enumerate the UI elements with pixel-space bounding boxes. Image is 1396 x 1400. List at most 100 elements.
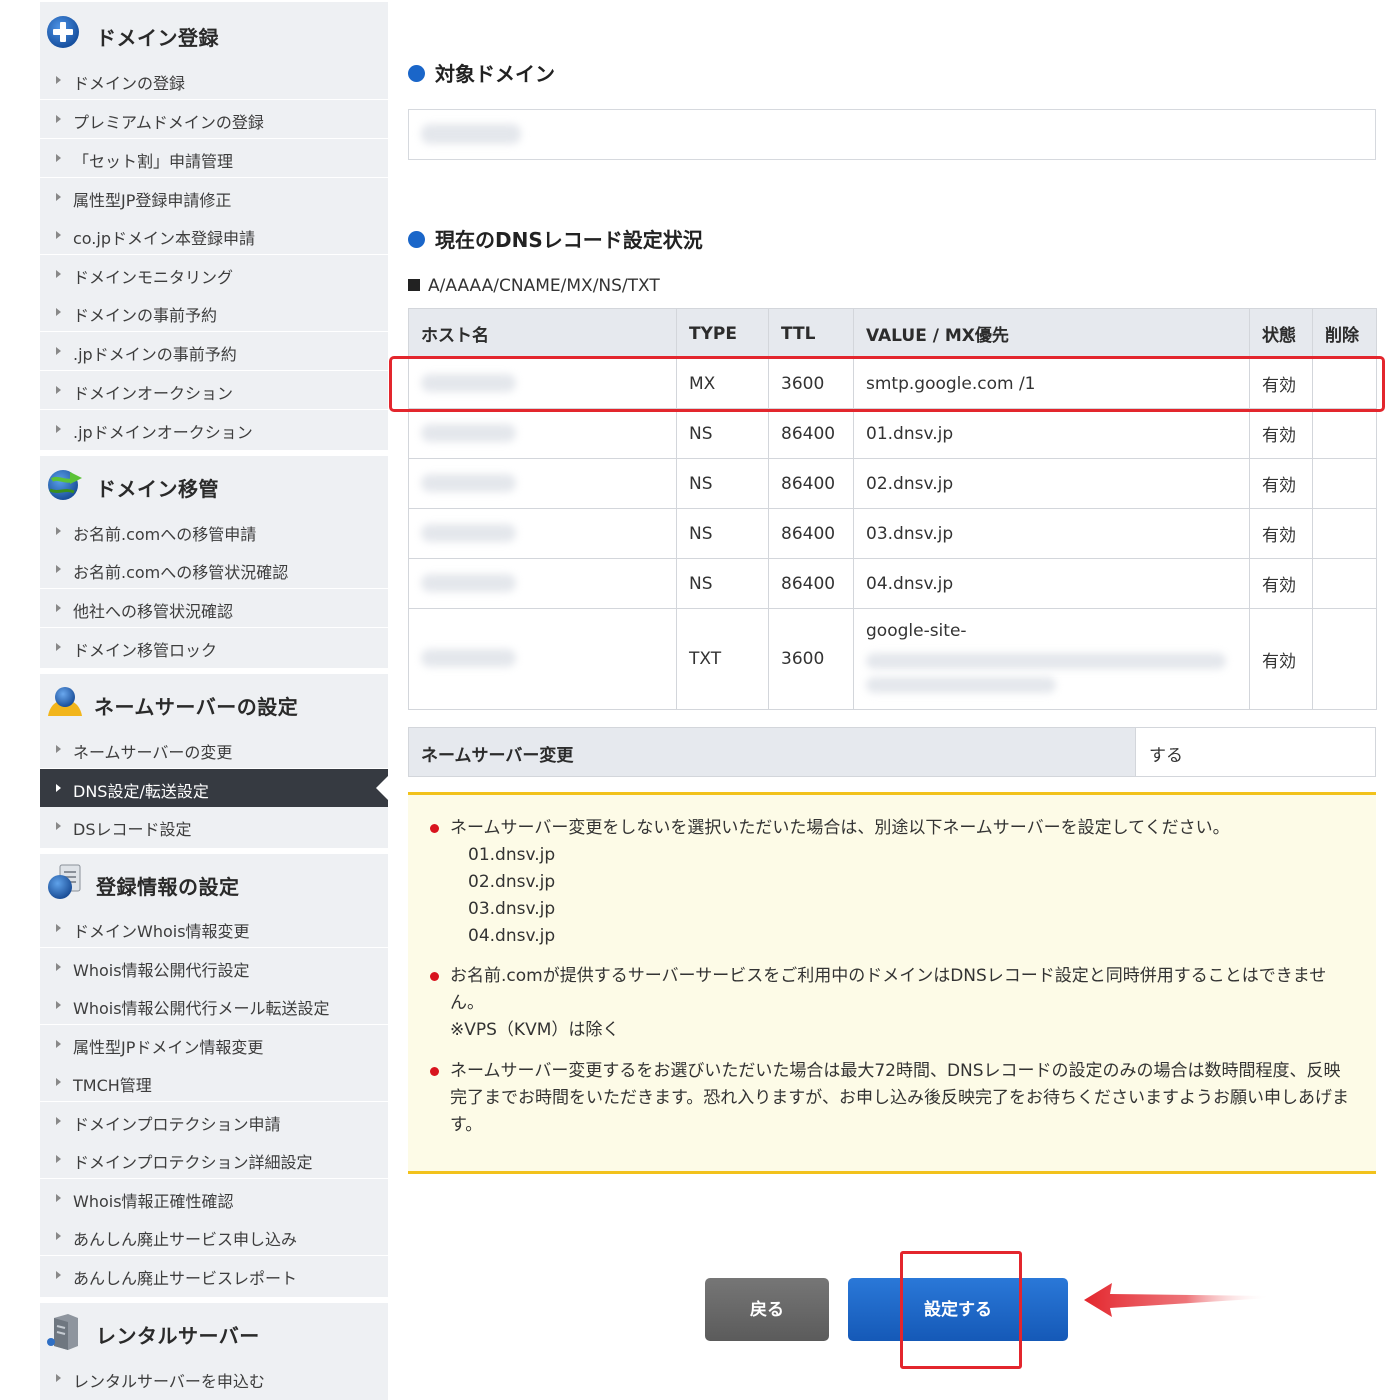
triangle-right-icon bbox=[56, 784, 61, 792]
notice-item: ネームサーバー変更するをお選びいただいた場合は最大72時間、DNSレコードの設定… bbox=[430, 1058, 1355, 1139]
delete-cell[interactable] bbox=[1312, 458, 1377, 509]
triangle-right-icon bbox=[56, 193, 61, 201]
sidebar-item[interactable]: co.jpドメイン本登録申請 bbox=[40, 216, 388, 254]
ttl-cell: 86400 bbox=[768, 508, 854, 559]
column-header-ttl: TTL bbox=[768, 308, 854, 359]
sidebar-item[interactable]: Whois情報正確性確認 bbox=[40, 1179, 388, 1217]
sidebar-item[interactable]: 属性型JP登録申請修正 bbox=[40, 178, 388, 216]
sidebar-item[interactable]: ネームサーバーの変更 bbox=[40, 730, 388, 768]
section-header-rental-server: レンタルサーバー bbox=[40, 1303, 388, 1359]
sidebar-item[interactable]: Whois情報公開代行設定 bbox=[40, 948, 388, 986]
ttl-cell: 3600 bbox=[768, 608, 854, 710]
sidebar-item[interactable]: 「セット割」申請管理 bbox=[40, 139, 388, 177]
sidebar-item[interactable]: ドメインモニタリング bbox=[40, 255, 388, 293]
sidebar-item[interactable]: ドメインプロテクション申請 bbox=[40, 1102, 388, 1140]
sidebar-item[interactable]: TMCH管理 bbox=[40, 1063, 388, 1101]
column-header-type: TYPE bbox=[676, 308, 769, 359]
red-bullet-icon bbox=[430, 824, 439, 833]
sidebar-item[interactable]: お名前.comへの移管状況確認 bbox=[40, 550, 388, 588]
sidebar-item[interactable]: お名前.comへの移管申請 bbox=[40, 512, 388, 550]
transfer-globe-icon bbox=[48, 470, 82, 500]
redacted-host bbox=[421, 574, 516, 592]
plus-circle-icon bbox=[47, 16, 79, 48]
section-title: ドメイン登録 bbox=[96, 26, 219, 50]
sidebar-item[interactable]: ドメインの登録 bbox=[40, 61, 388, 99]
sidebar-item[interactable]: 属性型JPドメイン情報変更 bbox=[40, 1025, 388, 1063]
redacted-txt-value bbox=[866, 653, 1226, 669]
delete-cell[interactable] bbox=[1312, 608, 1377, 710]
sidebar-item[interactable]: ドメインプロテクション詳細設定 bbox=[40, 1140, 388, 1178]
column-header-host: ホスト名 bbox=[408, 308, 677, 359]
server-icon bbox=[47, 1314, 78, 1350]
redacted-host bbox=[421, 474, 516, 492]
triangle-right-icon bbox=[56, 270, 61, 278]
triangle-right-icon bbox=[56, 347, 61, 355]
delete-cell[interactable] bbox=[1312, 558, 1377, 609]
column-header-delete: 削除 bbox=[1312, 308, 1377, 359]
sidebar-item[interactable]: レンタルサーバーを申込む bbox=[40, 1359, 388, 1400]
triangle-right-icon bbox=[56, 1374, 61, 1382]
nameserver-change-row: ネームサーバー変更 する bbox=[408, 727, 1376, 777]
triangle-right-icon bbox=[56, 527, 61, 535]
record-types-label: A/AAAA/CNAME/MX/NS/TXT bbox=[408, 276, 660, 296]
status-cell: 有効 bbox=[1249, 458, 1313, 509]
registration-doc-icon bbox=[48, 864, 81, 899]
notice-item: ネームサーバー変更をしないを選択いただいた場合は、別途以下ネームサーバーを設定し… bbox=[430, 815, 1355, 950]
sidebar-item-dns-settings[interactable]: DNS設定/転送設定 bbox=[40, 769, 388, 807]
notice-item: お名前.comが提供するサーバーサービスをご利用中のドメインはDNSレコード設定… bbox=[430, 963, 1355, 1044]
section-title: 登録情報の設定 bbox=[96, 875, 240, 899]
section-header-nameserver: ネームサーバーの設定 bbox=[40, 674, 388, 730]
value-cell: google-site- bbox=[853, 608, 1250, 710]
host-cell bbox=[408, 508, 677, 559]
sidebar-item[interactable]: 他社への移管状況確認 bbox=[40, 589, 388, 627]
host-cell bbox=[408, 608, 677, 710]
red-arrow-icon bbox=[1084, 1283, 1270, 1317]
table-row: TXT 3600 google-site- 有効 bbox=[408, 608, 1377, 710]
type-cell: NS bbox=[676, 458, 769, 509]
sidebar-item[interactable]: ドメインオークション bbox=[40, 371, 388, 409]
triangle-right-icon bbox=[56, 425, 61, 433]
sidebar-item[interactable]: あんしん廃止サービス申し込み bbox=[40, 1217, 388, 1255]
nameserver-change-label: ネームサーバー変更 bbox=[409, 728, 1136, 776]
column-header-status: 状態 bbox=[1249, 308, 1313, 359]
table-header-row: ホスト名 TYPE TTL VALUE / MX優先 状態 削除 bbox=[408, 308, 1377, 359]
redacted-host bbox=[421, 524, 516, 542]
notice-box: ネームサーバー変更をしないを選択いただいた場合は、別途以下ネームサーバーを設定し… bbox=[408, 792, 1376, 1174]
type-cell: NS bbox=[676, 508, 769, 559]
square-bullet-icon bbox=[408, 279, 420, 291]
status-cell: 有効 bbox=[1249, 558, 1313, 609]
nameserver-list-item: 03.dnsv.jp bbox=[468, 899, 556, 919]
section-header-domain-transfer: ドメイン移管 bbox=[40, 456, 388, 512]
table-row: NS 86400 03.dnsv.jp 有効 bbox=[408, 508, 1377, 559]
sidebar-item[interactable]: ドメインWhois情報変更 bbox=[40, 909, 388, 947]
highlight-box-mx-row bbox=[389, 356, 1385, 412]
type-cell: NS bbox=[676, 558, 769, 609]
sidebar-item[interactable]: ドメイン移管ロック bbox=[40, 628, 388, 668]
triangle-right-icon bbox=[56, 963, 61, 971]
nameserver-person-icon bbox=[48, 687, 82, 716]
target-domain-box bbox=[408, 109, 1376, 160]
triangle-right-icon bbox=[56, 924, 61, 932]
sidebar-item[interactable]: プレミアムドメインの登録 bbox=[40, 100, 388, 138]
bullet-dot-icon bbox=[408, 231, 425, 248]
triangle-right-icon bbox=[56, 76, 61, 84]
delete-cell[interactable] bbox=[1312, 508, 1377, 559]
redacted-domain bbox=[421, 124, 521, 144]
sidebar-item[interactable]: .jpドメインオークション bbox=[40, 410, 388, 450]
host-cell bbox=[408, 558, 677, 609]
highlight-box-submit bbox=[900, 1251, 1022, 1369]
delete-cell[interactable] bbox=[1312, 408, 1377, 459]
triangle-right-icon bbox=[56, 308, 61, 316]
sidebar-item[interactable]: Whois情報公開代行メール転送設定 bbox=[40, 986, 388, 1024]
redacted-host bbox=[421, 424, 516, 442]
back-button[interactable]: 戻る bbox=[705, 1278, 829, 1341]
sidebar-item[interactable]: あんしん廃止サービスレポート bbox=[40, 1256, 388, 1297]
triangle-right-icon bbox=[56, 1194, 61, 1202]
triangle-right-icon bbox=[56, 643, 61, 651]
triangle-right-icon bbox=[56, 565, 61, 573]
sidebar-item[interactable]: .jpドメインの事前予約 bbox=[40, 332, 388, 370]
value-cell: 02.dnsv.jp bbox=[853, 458, 1250, 509]
type-cell: TXT bbox=[676, 608, 769, 710]
sidebar-item[interactable]: ドメインの事前予約 bbox=[40, 293, 388, 331]
sidebar-item[interactable]: DSレコード設定 bbox=[40, 807, 388, 848]
